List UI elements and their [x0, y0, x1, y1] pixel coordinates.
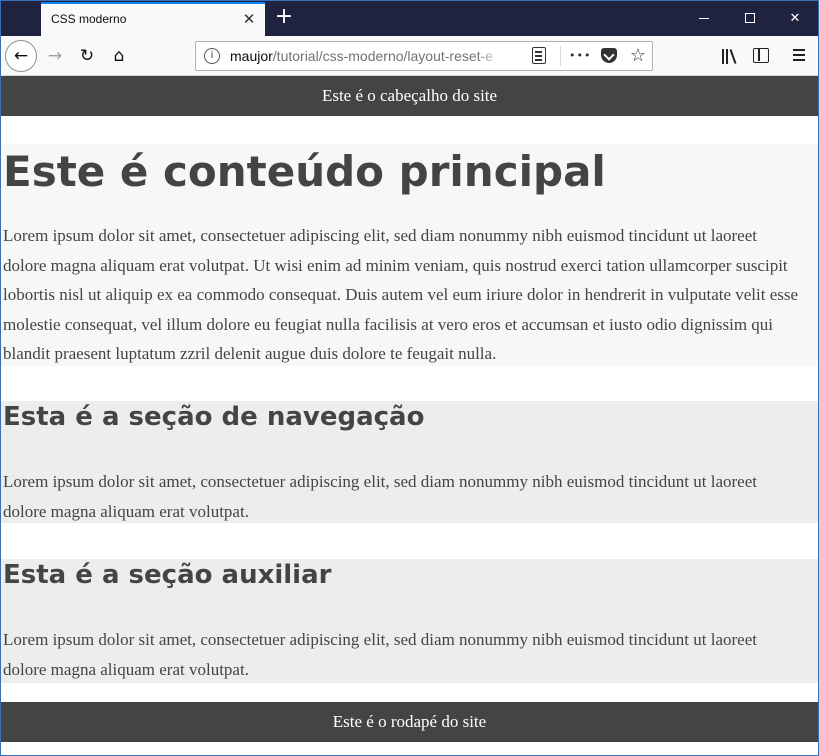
main-paragraph: Lorem ipsum dolor sit amet, consectetuer… — [3, 226, 799, 363]
library-icon[interactable] — [721, 48, 739, 64]
url-bar[interactable]: i maujor/tutorial/css-moderno/layout-res… — [195, 41, 653, 71]
site-footer: Este é o rodapé do site — [1, 702, 818, 742]
auxiliary-section: Esta é a seção auxiliar Lorem ipsum dolo… — [1, 559, 818, 683]
navigation-section: Esta é a seção de navegação Lorem ipsum … — [1, 401, 818, 523]
hamburger-menu-icon[interactable] — [793, 49, 805, 61]
url-separator — [560, 46, 561, 66]
back-arrow-icon: ← — [13, 46, 29, 66]
back-button[interactable]: ← — [5, 40, 37, 72]
maximize-icon[interactable] — [727, 1, 773, 36]
main-content-section: Este é conteúdo principal Lorem ipsum do… — [1, 144, 818, 366]
pocket-icon[interactable] — [601, 48, 617, 63]
auxiliary-title: Esta é a seção auxiliar — [3, 560, 332, 590]
more-actions-icon[interactable]: ••• — [569, 45, 591, 67]
window-close-icon[interactable]: ✕ — [772, 1, 818, 36]
url-input[interactable]: maujor/tutorial/css-moderno/layout-reset… — [230, 48, 498, 66]
site-info-icon[interactable]: i — [204, 48, 220, 64]
url-path: /tutorial/css-moderno/layout-reset-e — [272, 48, 493, 64]
main-title: Este é conteúdo principal — [3, 147, 606, 196]
navigation-title: Esta é a seção de navegação — [3, 402, 425, 432]
url-fade — [478, 44, 502, 68]
navigation-paragraph: Lorem ipsum dolor sit amet, consectetuer… — [3, 472, 757, 521]
forward-arrow-icon[interactable]: → — [43, 44, 67, 68]
reader-mode-icon[interactable] — [532, 47, 546, 64]
home-icon[interactable]: ⌂ — [107, 44, 131, 68]
minimize-icon[interactable] — [681, 1, 727, 36]
title-bar: CSS moderno ✕ + ✕ — [1, 1, 818, 36]
site-header: Este é o cabeçalho do site — [1, 76, 818, 116]
close-icon[interactable]: ✕ — [239, 9, 259, 29]
sidebar-icon[interactable] — [753, 48, 769, 63]
reload-icon[interactable]: ↻ — [75, 44, 99, 68]
page-viewport: Este é o cabeçalho do site Este é conteú… — [1, 76, 818, 755]
url-host: maujor — [230, 48, 273, 64]
plus-icon[interactable]: + — [271, 5, 297, 31]
bookmark-star-icon[interactable]: ☆ — [627, 45, 649, 67]
nav-toolbar: ← → ↻ ⌂ i maujor/tutorial/css-moderno/la… — [1, 36, 818, 76]
tab-title: CSS moderno — [51, 12, 127, 26]
auxiliary-paragraph: Lorem ipsum dolor sit amet, consectetuer… — [3, 630, 757, 679]
browser-window: CSS moderno ✕ + ✕ ← → ↻ ⌂ i maujor/tutor… — [0, 0, 819, 756]
tab-css-moderno[interactable]: CSS moderno ✕ — [41, 2, 265, 36]
